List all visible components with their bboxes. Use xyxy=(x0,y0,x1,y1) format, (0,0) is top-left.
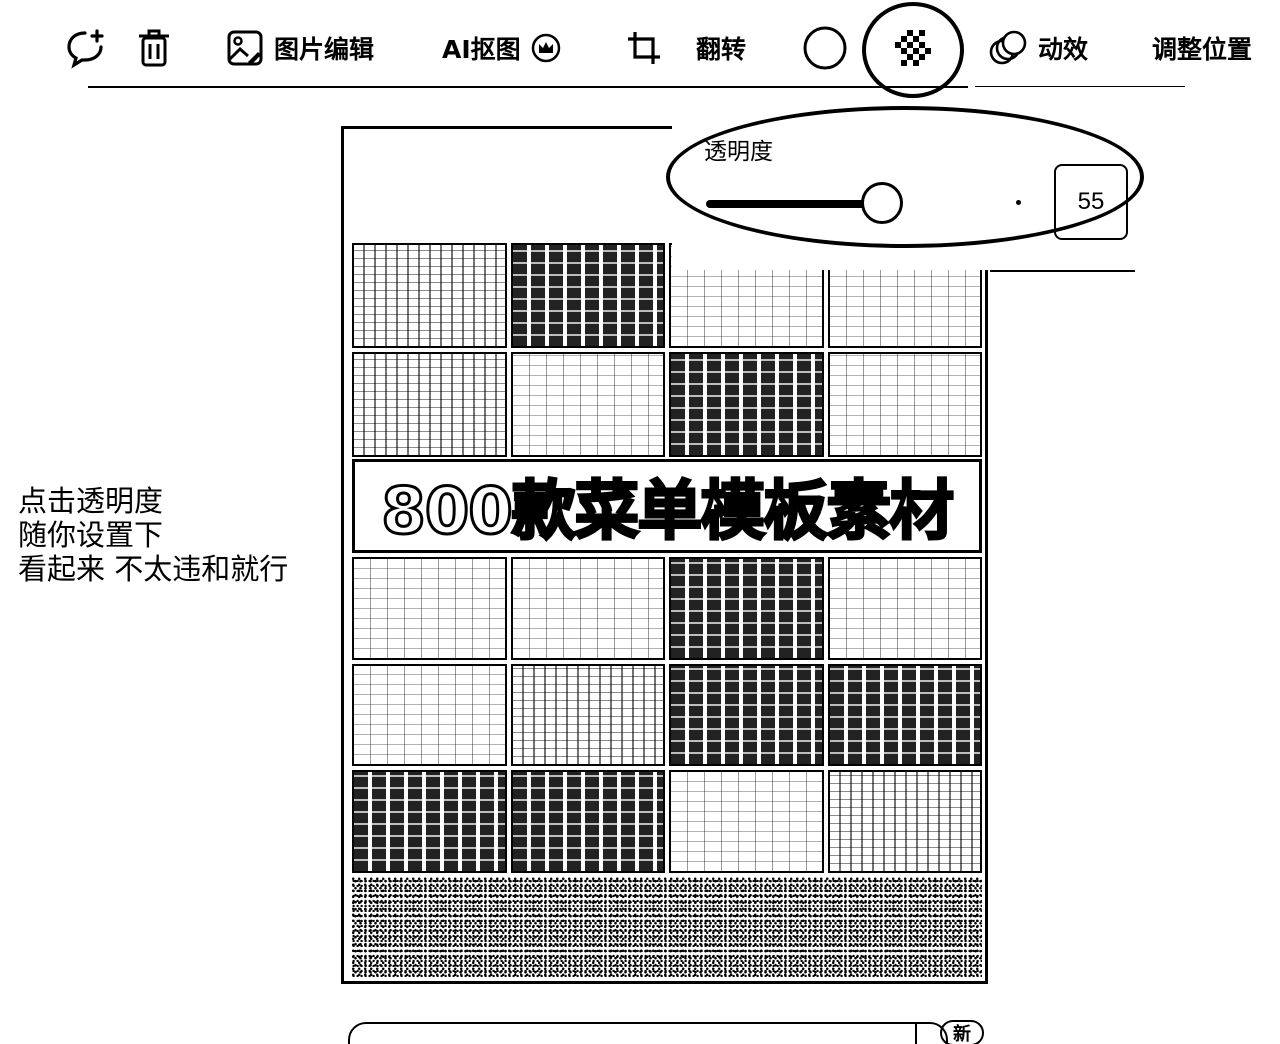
toolbar-divider-right xyxy=(975,86,1185,87)
flip-label: 翻转 xyxy=(696,35,747,64)
flip-button[interactable]: 翻转 xyxy=(696,22,746,74)
menu-thumbnail xyxy=(669,770,824,873)
color-circle-icon xyxy=(802,25,848,71)
menu-thumbnail xyxy=(669,663,824,767)
add-comment-button[interactable] xyxy=(64,22,106,74)
new-badge-label: 新 xyxy=(953,1024,971,1044)
menu-thumbnail xyxy=(510,352,665,457)
menu-thumbnail xyxy=(510,243,665,348)
image-edit-label: 图片编辑 xyxy=(274,35,375,64)
poster-thumbnail-grid-bottom xyxy=(352,557,982,873)
animation-icon xyxy=(988,28,1028,68)
trash-icon xyxy=(136,27,172,69)
menu-thumbnail xyxy=(352,557,507,660)
menu-thumbnail xyxy=(827,770,982,873)
annotation-note-line: 点击透明度 xyxy=(18,484,164,518)
poster-banner-text: 800款菜单模板素材 xyxy=(380,474,956,551)
bottom-bar-separator xyxy=(915,1024,917,1044)
menu-thumbnail xyxy=(510,557,665,660)
menu-thumbnail xyxy=(827,557,982,660)
menu-thumbnail xyxy=(510,663,665,767)
poster-banner: 800款菜单模板素材 xyxy=(352,459,982,553)
menu-thumbnail xyxy=(669,352,824,457)
animation-button[interactable]: 动效 xyxy=(988,22,1088,74)
annotation-ellipse-opacity xyxy=(666,106,1144,248)
popover-divider xyxy=(990,270,1135,272)
image-edit-button[interactable]: 图片编辑 xyxy=(226,22,374,74)
poster-thumbnail-grid-top xyxy=(352,243,982,457)
annotation-note-line: 随你设置下 xyxy=(18,518,164,552)
animation-label: 动效 xyxy=(1038,35,1089,64)
annotation-note: 点击透明度 随你设置下 看起来 不太违和就行 xyxy=(18,484,288,586)
toolbar: 图片编辑 AI抠图 翻转 动效 调整位置 xyxy=(0,0,1280,90)
adjust-position-label: 调整位置 xyxy=(1152,35,1253,64)
toolbar-divider xyxy=(88,86,968,88)
menu-thumbnail xyxy=(352,243,507,348)
menu-thumbnail xyxy=(669,557,824,660)
menu-thumbnail xyxy=(827,663,982,767)
ai-cutout-button[interactable]: AI抠图 xyxy=(442,22,561,74)
annotation-circle-transparency xyxy=(862,2,964,98)
annotation-note-line: 看起来 不太违和就行 xyxy=(18,552,289,586)
comment-add-icon xyxy=(64,27,106,69)
menu-thumbnail xyxy=(827,352,982,457)
crown-icon xyxy=(531,33,561,63)
ai-cutout-label: AI抠图 xyxy=(442,35,521,64)
menu-thumbnail xyxy=(352,352,507,457)
menu-thumbnail xyxy=(510,770,665,873)
delete-button[interactable] xyxy=(136,22,172,74)
bottom-input-bar[interactable] xyxy=(348,1022,948,1044)
adjust-position-button[interactable]: 调整位置 xyxy=(1152,22,1252,74)
crop-button[interactable] xyxy=(626,22,662,74)
image-edit-icon xyxy=(226,29,264,67)
menu-thumbnail xyxy=(352,770,507,873)
poster-grass-texture xyxy=(352,877,982,977)
color-button[interactable] xyxy=(802,22,848,74)
crop-icon xyxy=(626,30,662,66)
menu-thumbnail xyxy=(352,663,507,767)
new-badge: 新 xyxy=(940,1020,984,1044)
